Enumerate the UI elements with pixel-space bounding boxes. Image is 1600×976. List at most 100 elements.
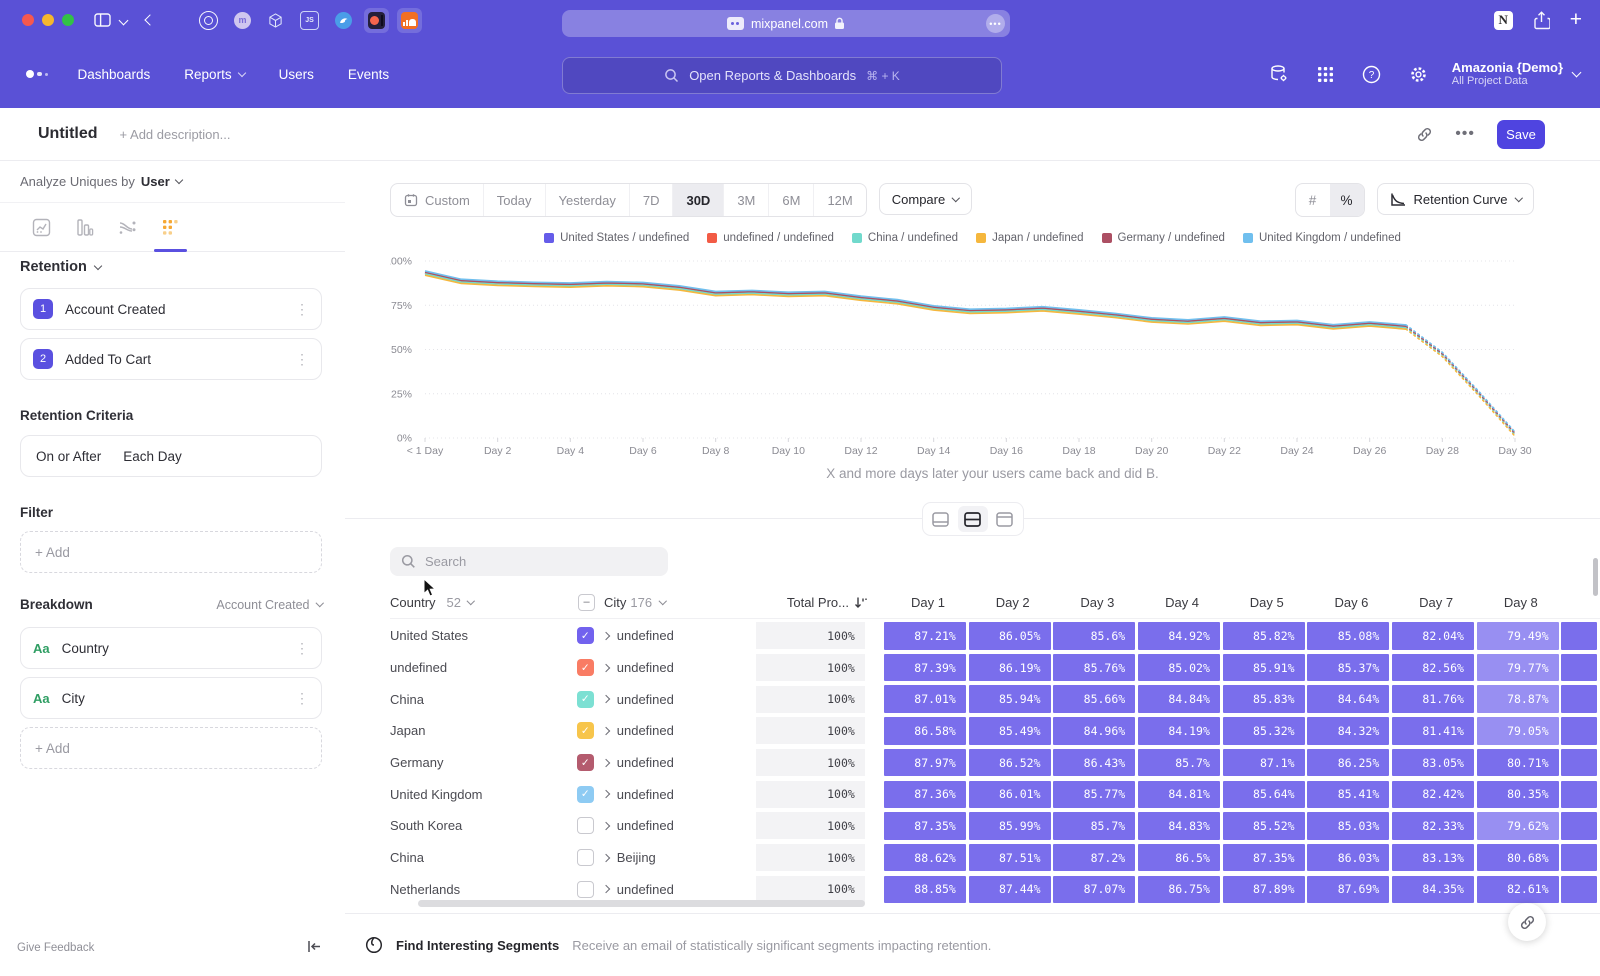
retention-cell[interactable]: 85.7%: [1138, 749, 1220, 777]
expand-row-icon[interactable]: [603, 633, 609, 639]
retention-cell[interactable]: 84.92%: [1138, 622, 1220, 650]
breakdown-card-city[interactable]: Aa City ⋮: [20, 677, 322, 719]
layout-table-only-button[interactable]: [990, 506, 1020, 532]
retention-cell[interactable]: 84.35%: [1392, 876, 1474, 904]
table-row[interactable]: Germany✓undefined100%87.97%86.52%86.43%8…: [390, 747, 1600, 779]
retention-cell[interactable]: 85.03%: [1307, 812, 1389, 840]
retention-cell[interactable]: 87.2%: [1053, 844, 1135, 872]
nav-reports[interactable]: Reports: [184, 67, 244, 82]
js-favicon[interactable]: JS: [300, 11, 319, 30]
row-checkbox[interactable]: ✓: [577, 691, 594, 708]
expand-row-icon[interactable]: [603, 665, 609, 671]
global-search-button[interactable]: Open Reports & Dashboards ⌘ + K: [562, 57, 1002, 94]
retention-cell[interactable]: 85.41%: [1307, 781, 1389, 809]
retention-cell[interactable]: 87.51%: [969, 844, 1051, 872]
retention-cell[interactable]: 85.08%: [1307, 622, 1389, 650]
retention-cell[interactable]: 87.1%: [1223, 749, 1305, 777]
retention-cell[interactable]: 87.97%: [884, 749, 966, 777]
copy-link-icon[interactable]: [1416, 126, 1433, 143]
unit-percent-button[interactable]: %: [1330, 184, 1364, 216]
table-row[interactable]: China✓undefined100%87.01%85.94%85.66%84.…: [390, 683, 1600, 715]
select-all-checkbox[interactable]: –: [578, 594, 595, 611]
retention-cell[interactable]: 82.33%: [1392, 812, 1474, 840]
retention-cell[interactable]: 85.91%: [1223, 654, 1305, 682]
m-favicon[interactable]: m: [234, 12, 251, 29]
layout-chart-only-button[interactable]: [926, 506, 956, 532]
retention-cell[interactable]: 79.62%: [1477, 812, 1559, 840]
expand-row-icon[interactable]: [603, 823, 609, 829]
expand-row-icon[interactable]: [603, 696, 609, 702]
add-breakdown-button[interactable]: + Add: [20, 727, 322, 769]
tab-flows[interactable]: [106, 203, 149, 251]
criteria-mode[interactable]: On or After: [36, 449, 101, 464]
range-3m[interactable]: 3M: [723, 184, 768, 216]
breakdown-menu-icon[interactable]: ⋮: [295, 640, 309, 657]
day-column-header[interactable]: Day 6: [1310, 595, 1392, 610]
settings-gear-icon[interactable]: [1409, 65, 1428, 84]
retention-cell[interactable]: 85.32%: [1223, 717, 1305, 745]
retention-cell[interactable]: 85.37%: [1307, 654, 1389, 682]
retention-cell[interactable]: 86.19%: [969, 654, 1051, 682]
report-title[interactable]: Untitled: [38, 125, 98, 143]
tab-overview-chevron-icon[interactable]: [120, 17, 127, 24]
retention-cell[interactable]: 85.02%: [1138, 654, 1220, 682]
day-column-header[interactable]: Day 7: [1395, 595, 1477, 610]
retention-cell[interactable]: 79.49%: [1477, 622, 1559, 650]
legend-item[interactable]: undefined / undefined: [707, 232, 834, 244]
retention-cell[interactable]: 81.41%: [1392, 717, 1474, 745]
retention-cell[interactable]: 85.66%: [1053, 685, 1135, 713]
legend-item[interactable]: United States / undefined: [544, 232, 689, 244]
nav-dashboards[interactable]: Dashboards: [78, 67, 151, 82]
layout-split-button[interactable]: [958, 506, 988, 532]
retention-cell[interactable]: 85.64%: [1223, 781, 1305, 809]
retention-cell[interactable]: 85.83%: [1223, 685, 1305, 713]
retention-cell[interactable]: 86.58%: [884, 717, 966, 745]
step-menu-icon[interactable]: ⋮: [295, 351, 309, 368]
step-menu-icon[interactable]: ⋮: [295, 301, 309, 318]
table-row[interactable]: ChinaBeijing100%88.62%87.51%87.2%86.5%87…: [390, 842, 1600, 874]
retention-cell[interactable]: 79.05%: [1477, 717, 1559, 745]
retention-cell[interactable]: 78.87%: [1477, 685, 1559, 713]
retention-line-chart[interactable]: 0%25%50%75%100%< 1 DayDay 2Day 4Day 6Day…: [390, 253, 1595, 468]
data-management-icon[interactable]: [1269, 64, 1289, 84]
retention-cell[interactable]: 88.62%: [884, 844, 966, 872]
table-row[interactable]: South Koreaundefined100%87.35%85.99%85.7…: [390, 810, 1600, 842]
tab-funnels[interactable]: [63, 203, 106, 251]
compare-button[interactable]: Compare: [879, 183, 972, 215]
retention-cell[interactable]: 87.21%: [884, 622, 966, 650]
apps-grid-icon[interactable]: [1317, 66, 1334, 83]
new-tab-icon[interactable]: +: [1570, 11, 1582, 29]
retention-cell[interactable]: 84.64%: [1307, 685, 1389, 713]
day-column-header[interactable]: Day 3: [1056, 595, 1138, 610]
retention-cell[interactable]: 85.76%: [1053, 654, 1135, 682]
retention-cell[interactable]: 87.69%: [1307, 876, 1389, 904]
day-column-header[interactable]: Day 8: [1480, 595, 1562, 610]
table-row[interactable]: undefined✓undefined100%87.39%86.19%85.76…: [390, 652, 1600, 684]
share-icon[interactable]: [1533, 11, 1550, 30]
legend-item[interactable]: United Kingdom / undefined: [1243, 232, 1401, 244]
retention-cell[interactable]: 80.35%: [1477, 781, 1559, 809]
retention-cell[interactable]: 86.75%: [1138, 876, 1220, 904]
retention-cell[interactable]: 85.7%: [1053, 812, 1135, 840]
horizontal-scrollbar[interactable]: [418, 900, 865, 907]
unit-absolute-button[interactable]: #: [1296, 184, 1330, 216]
mixpanel-logo[interactable]: [26, 70, 48, 78]
back-icon[interactable]: [146, 16, 154, 24]
address-bar[interactable]: mixpanel.com •••: [562, 10, 1010, 37]
collapse-sidebar-icon[interactable]: [307, 940, 321, 956]
table-row[interactable]: United States✓undefined100%87.21%86.05%8…: [390, 620, 1600, 652]
analyze-value[interactable]: User: [141, 174, 170, 189]
range-custom[interactable]: Custom: [391, 184, 483, 216]
row-checkbox[interactable]: [577, 817, 594, 834]
expand-row-icon[interactable]: [603, 760, 609, 766]
retention-cell[interactable]: 83.13%: [1392, 844, 1474, 872]
retention-cell[interactable]: 84.81%: [1138, 781, 1220, 809]
city-column-header[interactable]: – City176: [578, 594, 758, 611]
day-column-header[interactable]: Day 4: [1141, 595, 1223, 610]
more-actions-icon[interactable]: •••: [1455, 125, 1475, 143]
retention-cell[interactable]: 87.35%: [884, 812, 966, 840]
retention-criteria-card[interactable]: On or After Each Day: [20, 435, 322, 477]
retention-cell[interactable]: 87.36%: [884, 781, 966, 809]
range-yesterday[interactable]: Yesterday: [545, 184, 629, 216]
expand-row-icon[interactable]: [603, 791, 609, 797]
